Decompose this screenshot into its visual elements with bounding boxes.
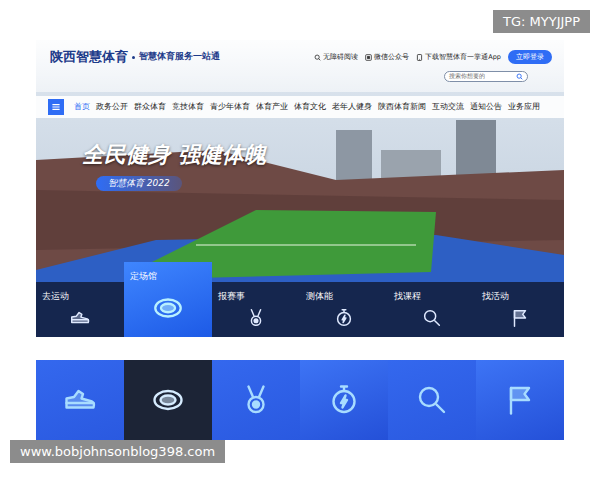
nav-item[interactable]: 互动交流 (432, 102, 464, 112)
site-header: 陕西智慧体育智慧体育服务一站通 无障碍阅读微信公众号下载智慧体育一掌通App 立即登… (36, 40, 564, 92)
nav-item[interactable]: 老年人健身 (332, 102, 372, 112)
nav-item[interactable]: 群众体育 (134, 102, 166, 112)
banner-slogan: 全民健身 强健体魄 (82, 140, 564, 170)
header-link[interactable]: 无障碍阅读 (314, 53, 358, 62)
service-tile[interactable]: 找活动 (476, 282, 564, 337)
service-bar: 去运动定场馆报赛事测体能找课程找活动 (36, 262, 564, 337)
shoe-icon (62, 382, 98, 418)
preview-tile[interactable] (36, 360, 124, 440)
website-screenshot: 陕西智慧体育智慧体育服务一站通 无障碍阅读微信公众号下载智慧体育一掌通App 立即登… (36, 40, 564, 337)
preview-tile[interactable] (212, 360, 300, 440)
nav-item[interactable]: 体育产业 (256, 102, 288, 112)
preview-tile[interactable] (476, 360, 564, 440)
phone-icon (416, 54, 423, 61)
nav-item[interactable]: 体育文化 (294, 102, 326, 112)
watermark-bottom: www.bobjohnsonblog398.com (10, 440, 225, 463)
preview-tile[interactable] (300, 360, 388, 440)
medal-icon (245, 307, 267, 329)
main-nav: 首页政务公开群众体育竞技体育青少年体育体育产业体育文化老年人健身陕西体育新闻互动… (36, 96, 564, 118)
service-tile[interactable]: 测体能 (300, 282, 388, 337)
watermark-top: TG: MYYJJPP (493, 10, 590, 33)
stadium-icon (151, 291, 185, 325)
nav-item[interactable]: 政务公开 (96, 102, 128, 112)
service-tile[interactable]: 找课程 (388, 282, 476, 337)
flag-icon (509, 307, 531, 329)
preview-tile[interactable] (124, 360, 212, 440)
shoe-icon (69, 307, 91, 329)
banner-badge: 智慧体育 2022 (96, 176, 182, 191)
page: 陕西智慧体育智慧体育服务一站通 无障碍阅读微信公众号下载智慧体育一掌通App 立即登… (0, 0, 600, 480)
tile-preview-strip (36, 360, 564, 440)
site-logo[interactable]: 陕西智慧体育智慧体育服务一站通 (50, 48, 220, 66)
header-link[interactable]: 下载智慧体育一掌通App (416, 53, 501, 62)
stadium-icon (150, 382, 186, 418)
wechat-icon (365, 54, 372, 61)
hero-banner: 全民健身 强健体魄智慧体育 2022 (36, 118, 564, 262)
nav-item[interactable]: 青少年体育 (210, 102, 250, 112)
header-link[interactable]: 微信公众号 (365, 53, 409, 62)
medal-icon (238, 382, 274, 418)
preview-tile[interactable] (388, 360, 476, 440)
nav-item[interactable]: 首页 (74, 102, 90, 112)
search-icon (516, 73, 523, 80)
flag-icon (502, 382, 538, 418)
magnifier-icon (314, 54, 321, 61)
nav-item[interactable]: 通知公告 (470, 102, 502, 112)
menu-button[interactable] (48, 99, 64, 115)
stopwatch-icon (326, 382, 362, 418)
hamburger-icon (50, 101, 62, 113)
nav-item[interactable]: 陕西体育新闻 (378, 102, 426, 112)
login-button[interactable]: 立即登录 (508, 50, 552, 64)
service-tile[interactable]: 去运动 (36, 282, 124, 337)
search-field[interactable]: 搜索你想要的 (444, 71, 528, 82)
stopwatch-icon (333, 307, 355, 329)
nav-item[interactable]: 业务应用 (508, 102, 540, 112)
service-tile[interactable]: 报赛事 (212, 282, 300, 337)
magnifier-icon (414, 382, 450, 418)
service-tile[interactable]: 定场馆 (124, 262, 212, 337)
nav-item[interactable]: 竞技体育 (172, 102, 204, 112)
magnifier-icon (421, 307, 443, 329)
